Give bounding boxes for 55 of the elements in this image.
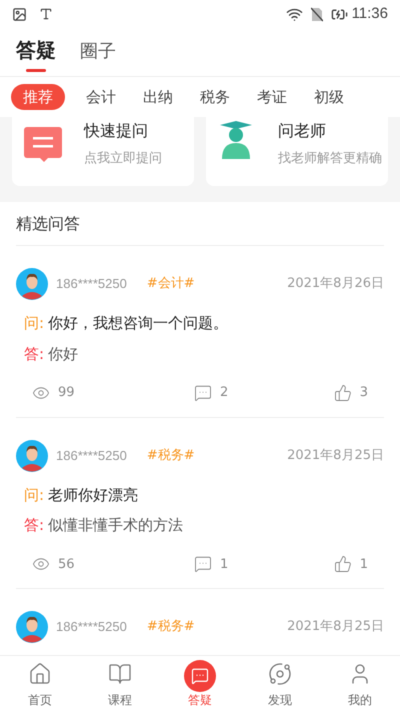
- home-icon: [28, 662, 52, 686]
- category-tab[interactable]: 出纳: [143, 86, 173, 108]
- nav-tab[interactable]: 答疑: [160, 656, 240, 711]
- post-date: 2021年8月26日: [287, 275, 384, 294]
- status-time: 11:36: [352, 4, 388, 24]
- answer-text: 似懂非懂手术的方法: [48, 515, 184, 536]
- like-count: 3: [360, 384, 368, 402]
- answer-label: 答:: [24, 515, 44, 536]
- comment-icon[interactable]: [194, 555, 212, 574]
- answer-label: 答:: [24, 344, 44, 364]
- chat-icon: [191, 667, 209, 685]
- category-tab[interactable]: 考证: [257, 86, 287, 108]
- nav-tab[interactable]: 课程: [80, 656, 160, 711]
- like-count: 1: [360, 556, 368, 574]
- view-count: 56: [58, 556, 76, 574]
- user-phone: 186****5250: [56, 618, 127, 636]
- comment-icon[interactable]: [194, 384, 212, 402]
- section-title: 精选问答: [16, 212, 80, 234]
- comment-count: 2: [220, 384, 228, 402]
- category-tab[interactable]: 税务: [200, 86, 230, 108]
- avatar-icon: [16, 611, 48, 643]
- image-notification-icon: [12, 6, 27, 22]
- like-icon[interactable]: [334, 384, 352, 402]
- avatar-icon: [16, 440, 48, 472]
- card-subtitle: 点我立即提问: [84, 150, 162, 168]
- text-notification-icon: [39, 7, 53, 21]
- category-tab[interactable]: 推荐: [11, 84, 65, 110]
- question-label: 问:: [24, 484, 44, 506]
- like-icon[interactable]: [334, 555, 352, 574]
- nav-tab[interactable]: 发现: [240, 656, 320, 711]
- card-subtitle: 找老师解答更精确: [278, 150, 382, 168]
- view-count: 99: [58, 384, 76, 402]
- comment-count: 1: [220, 556, 228, 574]
- shortcut-card[interactable]: 快速提问 点我立即提问: [12, 117, 194, 186]
- category-tab[interactable]: 会计: [86, 86, 116, 108]
- question-label: 问:: [24, 313, 44, 334]
- no-sim-icon: [310, 6, 323, 22]
- shortcut-card[interactable]: 问老师 找老师解答更精确: [206, 117, 388, 186]
- nav-tab[interactable]: 我的: [320, 656, 400, 711]
- planet-icon: [268, 662, 292, 686]
- user-phone: 186****5250: [56, 275, 127, 294]
- question-text: 你好，我想咨询一个问题。: [48, 313, 228, 334]
- avatar-icon: [16, 268, 48, 300]
- header-tab[interactable]: 答疑: [16, 35, 56, 76]
- card-title: 快速提问: [84, 121, 149, 141]
- card-title: 问老师: [278, 121, 327, 141]
- answer-text: 你好: [48, 344, 78, 364]
- nav-tab[interactable]: 首页: [0, 656, 80, 711]
- user-phone: 186****5250: [56, 446, 127, 465]
- post-date: 2021年8月25日: [287, 618, 384, 636]
- question-text: 老师你好漂亮: [48, 484, 138, 506]
- post-date: 2021年8月25日: [287, 446, 384, 465]
- book-icon: [108, 662, 132, 686]
- header-tab[interactable]: 圈子: [80, 38, 116, 76]
- category-tab[interactable]: 初级: [314, 86, 344, 108]
